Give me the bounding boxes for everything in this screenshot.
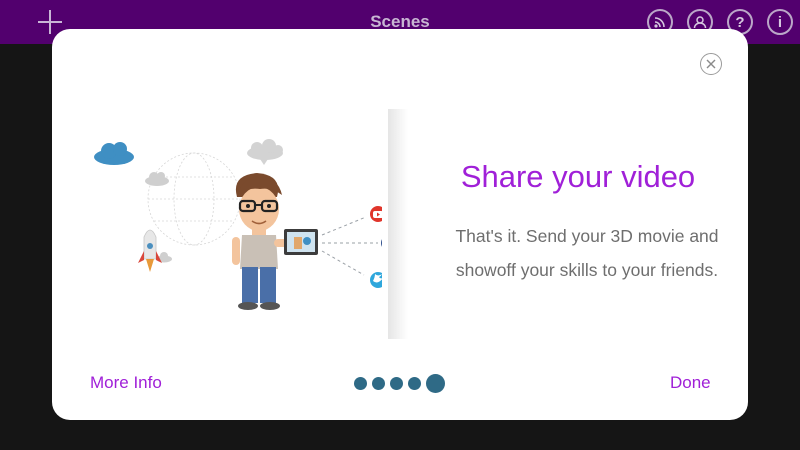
facebook-icon: f (381, 239, 382, 247)
cloud-icon (145, 172, 169, 186)
page-dot[interactable] (372, 376, 385, 390)
close-icon (706, 59, 716, 69)
page-dot-active[interactable] (426, 373, 445, 393)
more-info-link[interactable]: More Info (90, 373, 162, 393)
speech-cloud-icon (247, 139, 283, 165)
page-dot[interactable] (408, 376, 421, 390)
page-dot[interactable] (354, 376, 367, 390)
page-indicator (354, 373, 445, 393)
character-graphic (232, 173, 288, 310)
cloud-icon (94, 142, 134, 165)
tutorial-dialog: f Share your video That's it. Send your … (52, 29, 748, 420)
globe-graphic (147, 152, 241, 246)
close-button[interactable] (700, 53, 722, 75)
section-divider (388, 109, 408, 339)
rocket-icon (138, 229, 162, 272)
dialog-body-line: showoff your skills to your friends. (455, 260, 719, 280)
dialog-body-line: That's it. Send your 3D movie and (455, 226, 719, 246)
tablet-icon (284, 229, 318, 255)
share-illustration: f (94, 139, 382, 310)
dialog-body: That's it. Send your 3D movie and showof… (427, 219, 747, 287)
dialog-heading: Share your video (460, 159, 696, 194)
info-icon[interactable]: i (767, 9, 793, 35)
youtube-icon (370, 206, 382, 222)
done-button[interactable]: Done (670, 373, 711, 393)
twitter-icon (370, 272, 382, 288)
connector-lines (321, 216, 378, 276)
page-dot[interactable] (390, 376, 403, 390)
